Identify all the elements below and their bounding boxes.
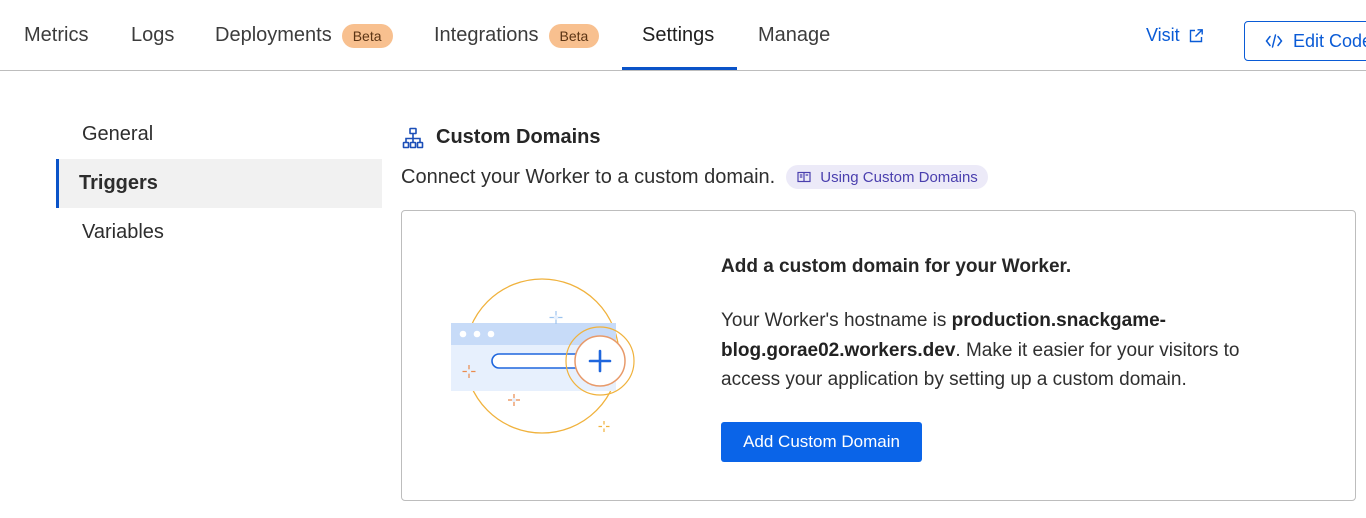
- tab-deployments[interactable]: Deployments Beta: [215, 0, 393, 71]
- docs-link-label: Using Custom Domains: [820, 168, 978, 186]
- visit-link[interactable]: Visit: [1146, 0, 1204, 71]
- settings-sidenav: General Triggers Variables: [56, 110, 382, 257]
- sidenav-item-triggers[interactable]: Triggers: [56, 159, 382, 208]
- tab-label: Metrics: [24, 24, 89, 46]
- top-tab-bar: Metrics Logs Deployments Beta Integratio…: [0, 0, 1366, 71]
- card-heading: Add a custom domain for your Worker.: [721, 256, 1072, 277]
- external-link-icon: [1189, 28, 1203, 42]
- section-description-text: Connect your Worker to a custom domain.: [401, 165, 776, 188]
- section-title: Custom Domains: [402, 126, 600, 149]
- tab-label: Integrations: [434, 24, 539, 46]
- beta-badge: Beta: [548, 23, 600, 48]
- card-body: Your Worker's hostname is production.sna…: [721, 306, 1281, 395]
- book-icon: [797, 171, 811, 183]
- card-body-prefix: Your Worker's hostname is: [721, 310, 952, 331]
- add-custom-domain-button[interactable]: Add Custom Domain: [721, 422, 922, 462]
- section-title-text: Custom Domains: [436, 126, 601, 148]
- sidenav-item-label: General: [82, 123, 154, 145]
- visit-label: Visit: [1146, 25, 1180, 45]
- active-tab-indicator: [622, 67, 737, 70]
- tab-integrations[interactable]: Integrations Beta: [434, 0, 600, 71]
- beta-badge: Beta: [341, 23, 393, 48]
- tab-manage[interactable]: Manage: [758, 0, 830, 71]
- tab-logs[interactable]: Logs: [131, 0, 174, 71]
- domain-illustration: [451, 278, 635, 434]
- sidenav-item-label: Triggers: [79, 172, 158, 194]
- tab-label: Settings: [642, 24, 715, 46]
- sitemap-icon: [402, 127, 424, 148]
- tab-label: Logs: [131, 24, 175, 46]
- section-description: Connect your Worker to a custom domain. …: [401, 165, 988, 189]
- tab-settings[interactable]: Settings: [642, 0, 714, 71]
- custom-domain-card: Add a custom domain for your Worker. You…: [401, 210, 1356, 501]
- tab-label: Manage: [758, 24, 831, 46]
- sidenav-item-variables[interactable]: Variables: [56, 208, 382, 257]
- sidenav-item-label: Variables: [82, 221, 164, 243]
- tab-label: Deployments: [215, 24, 332, 46]
- add-custom-domain-label: Add Custom Domain: [743, 432, 900, 451]
- sidenav-item-general[interactable]: General: [56, 110, 382, 159]
- code-icon: [1265, 34, 1283, 48]
- edit-code-label: Edit Code: [1293, 30, 1366, 51]
- tab-metrics[interactable]: Metrics: [24, 0, 88, 71]
- edit-code-button[interactable]: Edit Code: [1244, 21, 1366, 61]
- docs-link[interactable]: Using Custom Domains: [786, 165, 988, 189]
